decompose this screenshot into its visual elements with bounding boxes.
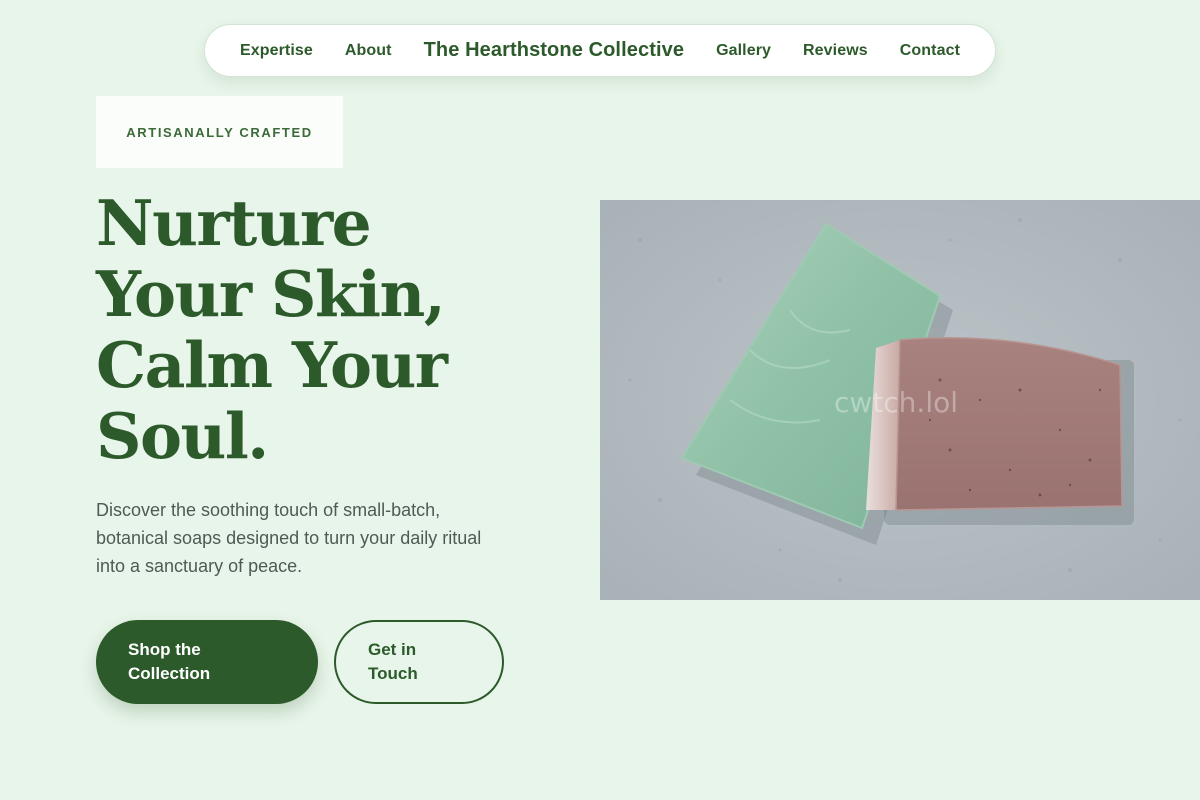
nav-link-expertise[interactable]: Expertise (240, 42, 313, 60)
shop-collection-button-label: Shop the Collection (128, 640, 211, 683)
headline-line: Calm Your (96, 328, 448, 402)
nav-link-about[interactable]: About (345, 42, 392, 60)
shop-collection-button[interactable]: Shop the Collection (96, 620, 318, 704)
image-watermark: cwtch.lol (834, 386, 959, 419)
eyebrow-badge: ARTISANALLY CRAFTED (96, 96, 343, 168)
headline-line: Nurture (96, 186, 372, 260)
headline-line: Soul. (96, 399, 269, 473)
nav-link-gallery[interactable]: Gallery (716, 42, 771, 60)
top-nav: Expertise About The Hearthstone Collecti… (204, 24, 996, 77)
hero-description: Discover the soothing touch of small-bat… (96, 500, 482, 576)
page: Expertise About The Hearthstone Collecti… (0, 0, 1200, 800)
get-in-touch-button-label: Get in Touch (368, 640, 418, 683)
headline-line: Your Skin, (96, 257, 446, 331)
get-in-touch-button[interactable]: Get in Touch (334, 620, 504, 704)
hero-headline: Nurture Your Skin, Calm Your Soul. (96, 188, 536, 472)
nav-link-reviews[interactable]: Reviews (803, 42, 868, 60)
brand-logo-text[interactable]: The Hearthstone Collective (424, 39, 684, 62)
nav-link-contact[interactable]: Contact (900, 42, 960, 60)
